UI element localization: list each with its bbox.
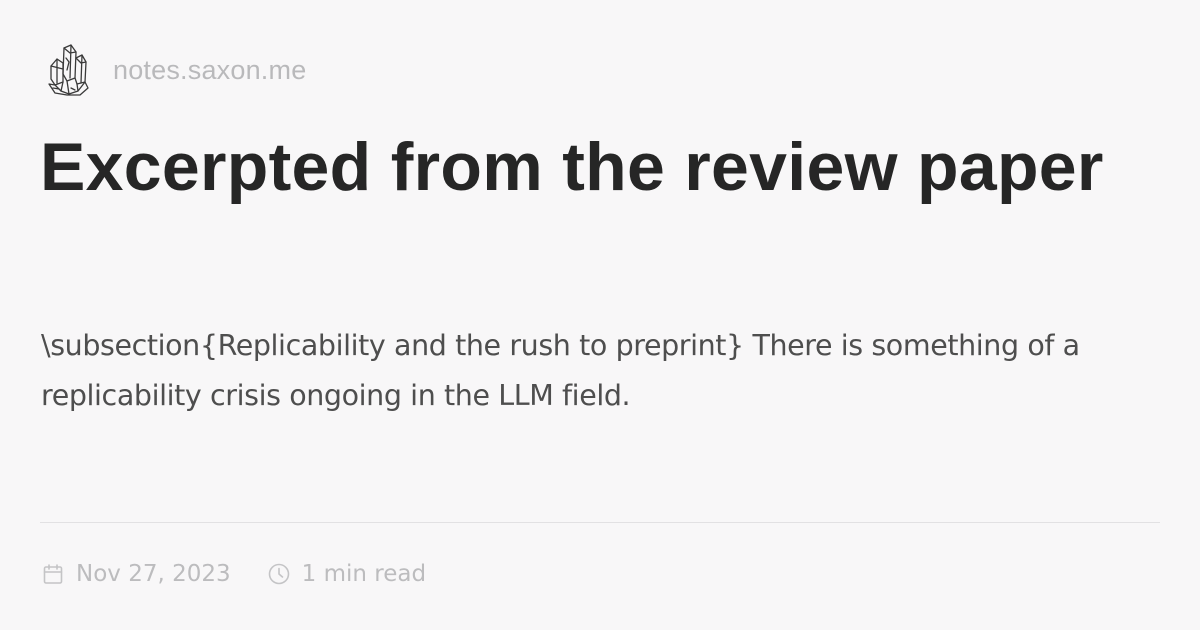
divider	[40, 522, 1160, 523]
crystal-cluster-logo-icon	[48, 44, 89, 96]
calendar-icon	[43, 564, 63, 584]
reading-time-text: 1 min read	[301, 561, 427, 587]
reading-time: 1 min read	[267, 561, 426, 587]
post-date-text: Nov 27, 2023	[76, 561, 231, 587]
site-header[interactable]: notes.saxon.me	[47, 42, 306, 98]
post-meta: Nov 27, 2023 1 min read	[41, 556, 426, 592]
post-share-card: notes.saxon.me Excerpted from the review…	[0, 0, 1200, 630]
post-title: Excerpted from the review paper	[40, 129, 1104, 205]
clock-icon	[268, 563, 289, 585]
post-date: Nov 27, 2023	[41, 561, 231, 587]
post-excerpt: \subsection{Replicability and the rush t…	[41, 329, 1080, 412]
site-name[interactable]: notes.saxon.me	[113, 56, 306, 84]
